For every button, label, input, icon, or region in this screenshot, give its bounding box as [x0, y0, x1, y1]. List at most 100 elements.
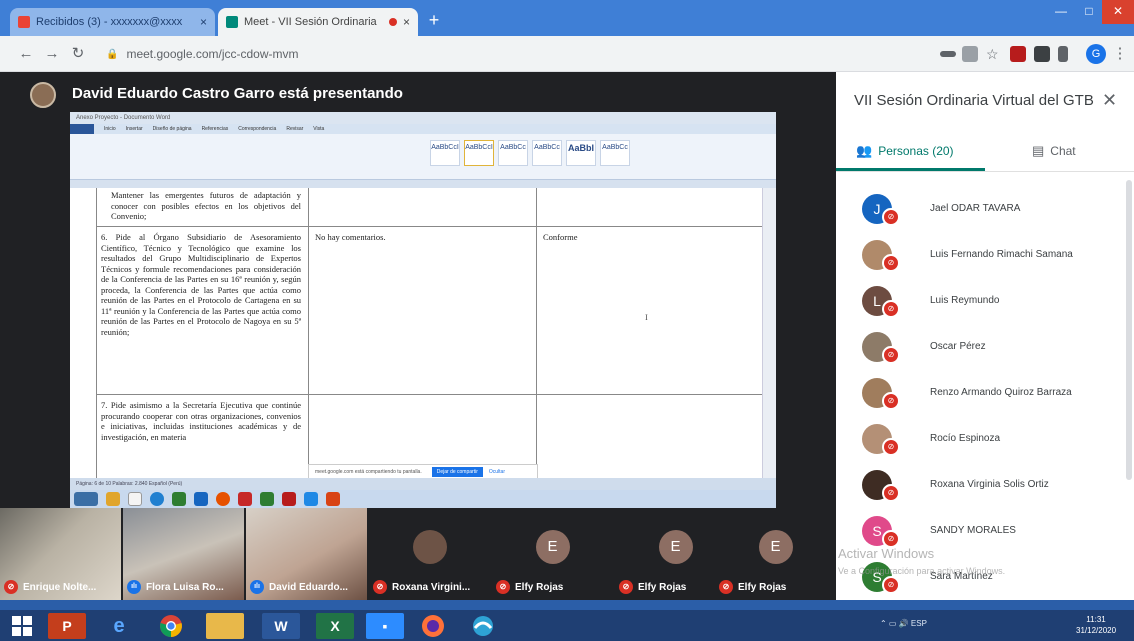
participant-name: Oscar Pérez	[930, 341, 986, 352]
app-icon[interactable]	[464, 613, 502, 639]
mic-off-icon: ⊘	[719, 580, 733, 594]
close-icon[interactable]: ×	[403, 15, 410, 29]
participant-name: ⊘ Elfy Rojas	[496, 580, 563, 594]
extension-icon[interactable]	[962, 46, 978, 62]
app-icon	[282, 492, 296, 506]
tab-gmail[interactable]: Recibidos (3) - xxxxxxx@xxxx ×	[10, 8, 215, 36]
tab-chat[interactable]: ▤ Chat	[1032, 136, 1076, 166]
participant-tile[interactable]: ⊘ Roxana Virgini...	[369, 508, 490, 600]
people-panel: VII Sesión Ordinaria Virtual del GTB ✕ 👥…	[836, 72, 1134, 600]
meet-icon	[226, 16, 238, 28]
participant-name-text: Roxana Virgini...	[392, 581, 471, 593]
file-explorer-icon[interactable]	[206, 613, 244, 639]
comments-table: Mantener las emergentes futuros de adapt…	[96, 188, 763, 478]
text-cursor: I	[645, 312, 648, 322]
style-normal: AaBbCcI	[430, 140, 460, 166]
ribbon-tab: Vista	[313, 126, 325, 132]
meet-bottom-strip	[0, 600, 1134, 610]
firefox-icon	[216, 492, 230, 506]
participant-avatar: E	[535, 530, 570, 564]
participant-tile[interactable]: ılı Flora Luisa Ro...	[123, 508, 244, 600]
close-icon[interactable]: ×	[200, 15, 207, 29]
edge-icon[interactable]: e	[100, 613, 138, 639]
list-item[interactable]: L ⊘ Luis Reymundo	[836, 278, 1134, 324]
extension-icon[interactable]	[1058, 46, 1068, 62]
word-ribbon-tabs: Inicio Insertar Diseño de página Referen…	[70, 124, 776, 134]
participant-avatar: E	[758, 530, 793, 564]
table-cell: Conforme	[543, 232, 578, 242]
mic-off-icon: ⊘	[882, 300, 900, 318]
firefox-icon[interactable]	[414, 613, 452, 639]
gmail-icon	[18, 16, 30, 28]
profile-avatar[interactable]: G	[1086, 44, 1106, 64]
folder-icon	[106, 492, 120, 506]
chrome-icon[interactable]	[152, 613, 190, 639]
word-page: Mantener las emergentes futuros de adapt…	[70, 188, 763, 478]
ribbon-tab: Correspondencia	[238, 126, 277, 132]
list-item[interactable]: ⊘ Renzo Armando Quiroz Barraza	[836, 370, 1134, 416]
clock-time: 11:31	[1086, 615, 1106, 624]
participant-tile[interactable]: ⊘ Enrique Nolte...	[0, 508, 121, 600]
window-close-button[interactable]: ✕	[1102, 0, 1134, 24]
powerpoint-icon[interactable]: P	[48, 613, 86, 639]
list-item[interactable]: ⊘ Oscar Pérez	[836, 324, 1134, 370]
chat-icon: ▤	[1032, 143, 1045, 158]
menu-icon[interactable]: ⋮	[1110, 44, 1130, 64]
participant-name: Renzo Armando Quiroz Barraza	[930, 387, 1072, 398]
app-icon	[326, 492, 340, 506]
ribbon-tab: Diseño de página	[152, 126, 192, 132]
maximize-button[interactable]: □	[1074, 0, 1104, 24]
mic-off-icon: ⊘	[882, 392, 900, 410]
zoom-icon[interactable]: ▪	[366, 613, 404, 639]
new-tab-button[interactable]: +	[424, 10, 444, 30]
participant-name: Jael ODAR TAVARA	[930, 203, 1021, 214]
list-item[interactable]: ⊘ Roxana Virginia Solis Ortiz	[836, 462, 1134, 508]
mic-off-icon: ⊘	[882, 346, 900, 364]
reload-icon[interactable]: ↻	[68, 44, 88, 64]
ribbon-tab: Inicio	[104, 126, 116, 132]
address-bar[interactable]: 🔒 meet.google.com/jcc-cdow-mvm	[96, 42, 926, 66]
participant-name: Rocío Espinoza	[930, 433, 1001, 444]
list-item[interactable]: ⊘ Rocío Espinoza	[836, 416, 1134, 462]
taskbar-clock[interactable]: 11:31 31/12/2020	[1076, 614, 1116, 636]
participant-name-text: David Eduardo...	[269, 581, 348, 593]
pdf-extension-icon[interactable]	[1010, 46, 1026, 62]
share-notice-text: meet.google.com está compartiendo tu pan…	[315, 469, 422, 475]
minimize-button[interactable]: —	[1046, 0, 1076, 24]
ribbon-tab: Referencias	[201, 126, 229, 132]
style-no-spacing: AaBbCcI	[464, 140, 494, 166]
star-icon[interactable]: ☆	[986, 46, 1002, 62]
table-cell: 7. Pide asimismo a la Secretaría Ejecuti…	[101, 400, 301, 442]
list-item[interactable]: J ⊘ Jael ODAR TAVARA	[836, 186, 1134, 232]
participant-tile[interactable]: E ⊘ Elfy Rojas	[715, 508, 836, 600]
file-tab	[70, 124, 94, 134]
recording-icon	[388, 18, 397, 26]
mic-on-icon: ılı	[250, 580, 264, 594]
participant-name: ılı David Eduardo...	[250, 580, 348, 594]
windows-taskbar: P e W X ▪ ⌃ ▭ 🔊 ESP 11:31 31/12/2020	[0, 610, 1134, 641]
tab-people[interactable]: 👥 Personas (20)	[856, 136, 954, 166]
table-cell: No hay comentarios.	[315, 232, 386, 242]
word-icon[interactable]: W	[262, 613, 300, 639]
hide-notice-button: Ocultar	[488, 469, 505, 475]
participant-name-text: Elfy Rojas	[738, 581, 787, 593]
tab-meet[interactable]: Meet - VII Sesión Ordinaria ×	[218, 8, 418, 36]
participant-tile[interactable]: E ⊘ Elfy Rojas	[492, 508, 613, 600]
back-icon[interactable]: ←	[16, 44, 36, 64]
panel-scrollbar[interactable]	[1126, 180, 1132, 480]
forward-icon[interactable]: →	[42, 44, 62, 64]
camera-indicator-icon[interactable]	[940, 51, 956, 57]
system-tray[interactable]: ⌃ ▭ 🔊 ESP	[880, 619, 927, 628]
participant-name: ⊘ Enrique Nolte...	[4, 580, 96, 594]
puzzle-icon[interactable]	[1034, 46, 1050, 62]
app-icon	[128, 492, 142, 506]
close-panel-button[interactable]: ✕	[1102, 90, 1117, 111]
excel-icon[interactable]: X	[316, 613, 354, 639]
browser-icon	[150, 492, 164, 506]
list-item[interactable]: ⊘ Luis Fernando Rimachi Samana	[836, 232, 1134, 278]
windows-start-icon[interactable]	[12, 616, 32, 636]
screen: Recibidos (3) - xxxxxxx@xxxx × Meet - VI…	[0, 0, 1134, 641]
participant-name: ılı Flora Luisa Ro...	[127, 580, 224, 594]
participant-tile[interactable]: ılı David Eduardo...	[246, 508, 367, 600]
participant-name: SANDY MORALES	[930, 525, 1016, 536]
